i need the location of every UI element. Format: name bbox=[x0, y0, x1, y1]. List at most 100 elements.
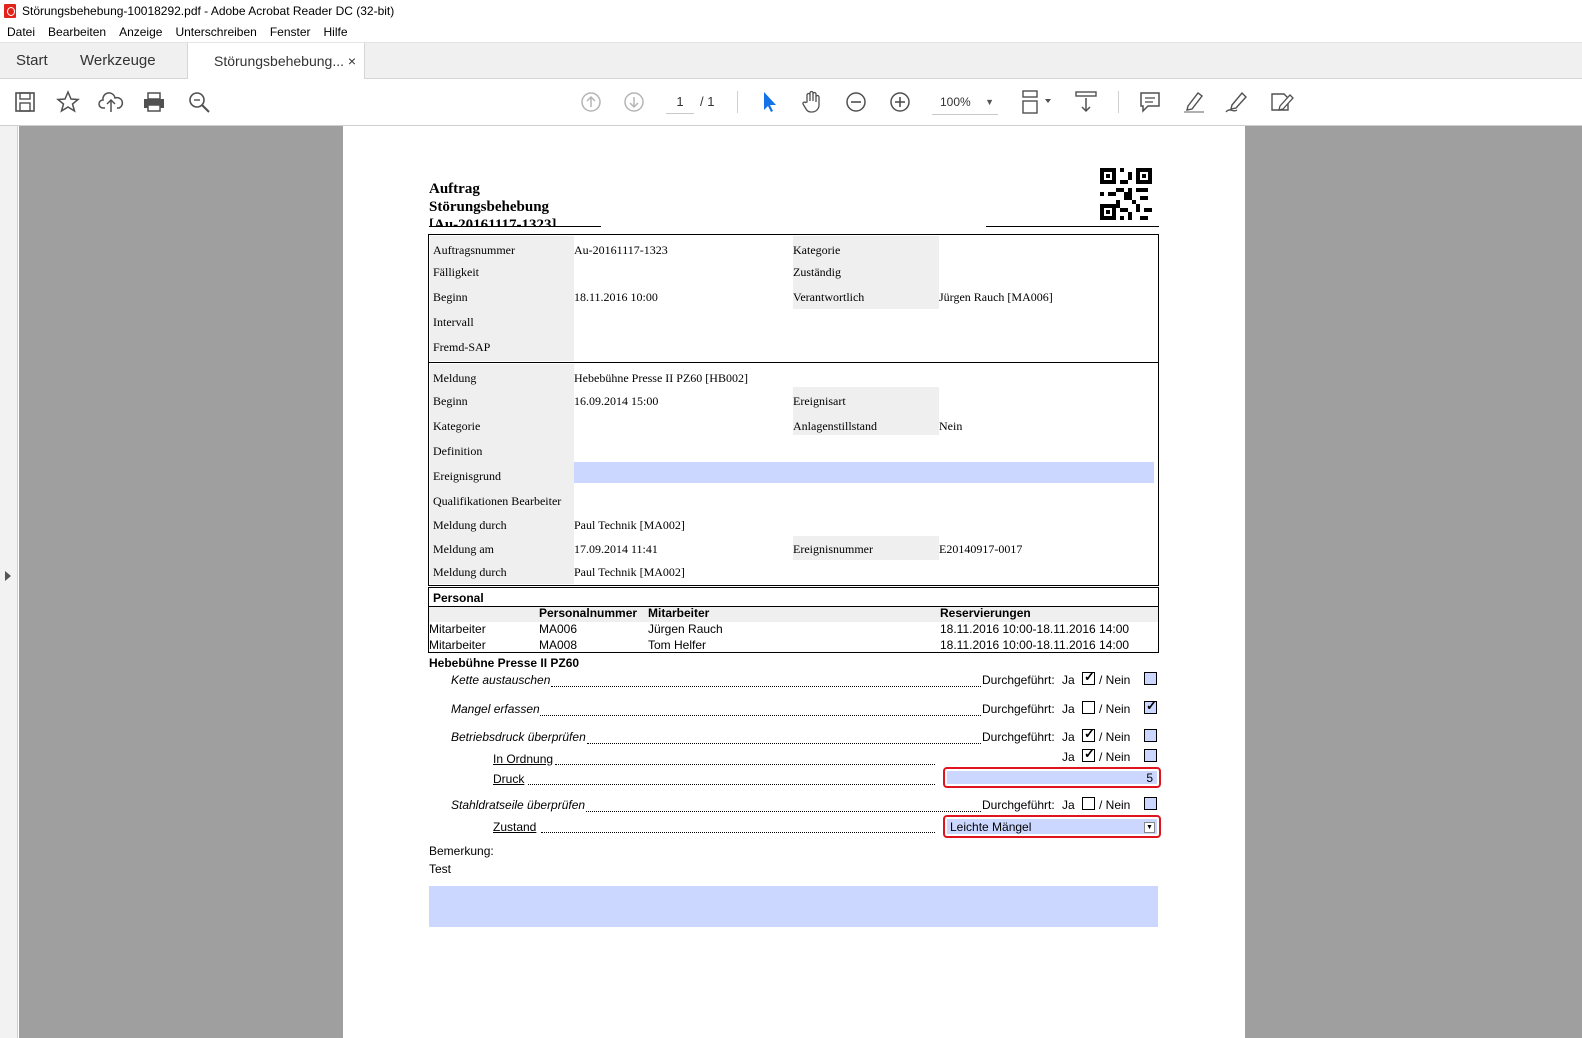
value-auftragsnummer: Au-20161117-1323 bbox=[574, 243, 668, 257]
personnel-row-role: Mitarbeiter bbox=[429, 622, 486, 636]
label-definition: Definition bbox=[433, 444, 483, 458]
value-meldung-am: 17.09.2014 11:41 bbox=[574, 542, 658, 556]
left-panel-toggle[interactable] bbox=[0, 126, 18, 1038]
toolbar: 1 / 1 100% ▼ bbox=[0, 79, 1582, 126]
label-verantwortlich: Verantwortlich bbox=[793, 290, 865, 304]
chevron-down-icon[interactable]: ▼ bbox=[1144, 822, 1155, 833]
tab-tools[interactable]: Werkzeuge bbox=[80, 43, 156, 80]
zoom-out-icon[interactable] bbox=[843, 89, 869, 115]
upload-cloud-icon[interactable] bbox=[98, 89, 124, 115]
checkbox-ja[interactable] bbox=[1082, 797, 1095, 810]
page-down-icon[interactable] bbox=[621, 89, 647, 115]
checkmark-icon: ✓ bbox=[1146, 698, 1157, 713]
leader-dots bbox=[587, 743, 981, 744]
page-total: / 1 bbox=[700, 94, 715, 109]
close-tab-icon[interactable]: × bbox=[348, 43, 356, 79]
nein-label: / Nein bbox=[1099, 730, 1131, 744]
checkmark-icon: ✓ bbox=[1084, 726, 1095, 741]
pdf-page: Auftrag Störungsbehebung [Au-20161117-13… bbox=[343, 126, 1245, 1038]
bookmark-star-icon[interactable] bbox=[55, 89, 81, 115]
personnel-row-name: Jürgen Rauch bbox=[648, 622, 723, 636]
value-verantwortlich: Jürgen Rauch [MA006] bbox=[939, 290, 1053, 304]
zoom-level-select[interactable]: 100% ▼ bbox=[932, 91, 998, 115]
sign-pen-icon[interactable] bbox=[1224, 89, 1250, 115]
label-meldung-durch: Meldung durch bbox=[433, 518, 507, 532]
hand-icon[interactable] bbox=[799, 89, 825, 115]
personnel-row-nr: MA008 bbox=[539, 638, 578, 652]
zustand-select[interactable]: Leichte Mängel ▼ bbox=[943, 815, 1161, 838]
header-personalnummer: Personalnummer bbox=[539, 606, 638, 620]
personnel-row-nr: MA006 bbox=[539, 622, 578, 636]
checklist-heading: Hebebühne Presse II PZ60 bbox=[429, 656, 580, 670]
window-title: Störungsbehebung-10018292.pdf - Adobe Ac… bbox=[22, 4, 395, 18]
tab-start[interactable]: Start bbox=[16, 43, 48, 80]
checkbox-ja[interactable]: ✓ bbox=[1082, 669, 1095, 685]
print-icon[interactable] bbox=[141, 89, 167, 115]
page-fit-icon[interactable] bbox=[1018, 89, 1056, 115]
select-cursor-icon[interactable] bbox=[756, 89, 782, 115]
druck-input[interactable]: 5 bbox=[943, 767, 1161, 788]
ereignisgrund-field[interactable] bbox=[574, 462, 1154, 483]
label-intervall: Intervall bbox=[433, 315, 474, 329]
label-ereignisart: Ereignisart bbox=[793, 394, 846, 408]
comment-icon[interactable] bbox=[1137, 89, 1163, 115]
durchgefuehrt-label: Durchgeführt: bbox=[982, 730, 1055, 744]
menu-hilfe[interactable]: Hilfe bbox=[317, 25, 354, 39]
chevron-down-icon: ▼ bbox=[985, 97, 994, 107]
checkbox-nein[interactable] bbox=[1144, 729, 1157, 742]
qr-code-icon bbox=[1100, 168, 1152, 220]
durchgefuehrt-label: Durchgeführt: bbox=[982, 702, 1055, 716]
menu-unterschreiben[interactable]: Unterschreiben bbox=[168, 25, 262, 39]
page-number-input[interactable]: 1 bbox=[666, 92, 694, 114]
leader-dots bbox=[551, 686, 981, 687]
zoom-in-icon[interactable] bbox=[887, 89, 913, 115]
checklist-item-label: Mangel erfassen bbox=[451, 702, 540, 716]
checkbox-nein[interactable] bbox=[1144, 672, 1157, 685]
druck-label: Druck bbox=[493, 772, 525, 786]
value-meldung-durch: Paul Technik [MA002] bbox=[574, 518, 685, 532]
doc-title-line2: Störungsbehebung bbox=[429, 199, 550, 215]
durchgefuehrt-label: Durchgeführt: bbox=[982, 798, 1055, 812]
scroll-mode-icon[interactable] bbox=[1073, 89, 1099, 115]
expand-arrow-icon bbox=[5, 571, 11, 581]
bemerkung-input[interactable] bbox=[429, 886, 1158, 927]
checkbox-nein[interactable]: ✓ bbox=[1144, 698, 1157, 714]
menu-fenster[interactable]: Fenster bbox=[263, 25, 317, 39]
menu-bearbeiten[interactable]: Bearbeiten bbox=[41, 25, 112, 39]
title-underline bbox=[429, 226, 601, 227]
doc-title-line1: Auftrag bbox=[429, 181, 480, 197]
label-meldung-am: Meldung am bbox=[433, 542, 494, 556]
zoom-search-icon[interactable] bbox=[186, 89, 212, 115]
ja-label: Ja bbox=[1062, 730, 1075, 744]
personnel-row-res: 18.11.2016 10:00-18.11.2016 14:00 bbox=[940, 638, 1130, 652]
checkbox-in-ordnung-nein[interactable] bbox=[1144, 749, 1157, 762]
checkbox-nein[interactable] bbox=[1144, 797, 1157, 810]
menu-datei[interactable]: Datei bbox=[0, 25, 41, 39]
bemerkung-value: Test bbox=[429, 862, 452, 876]
acrobat-logo-icon bbox=[4, 4, 16, 18]
save-icon[interactable] bbox=[12, 89, 38, 115]
label-faelligkeit: Fälligkeit bbox=[433, 265, 479, 279]
label-qualifikationen: Qualifikationen Bearbeiter bbox=[433, 494, 562, 508]
tab-bar: Start Werkzeuge Störungsbehebung... × bbox=[0, 42, 1582, 81]
nein-label: / Nein bbox=[1099, 798, 1131, 812]
label-auftragsnummer: Auftragsnummer bbox=[433, 243, 515, 257]
label-ereignisgrund: Ereignisgrund bbox=[433, 469, 501, 483]
fill-sign-icon[interactable] bbox=[1268, 89, 1294, 115]
page-up-icon[interactable] bbox=[578, 89, 604, 115]
personnel-heading: Personal bbox=[433, 591, 484, 605]
leader-dots bbox=[528, 784, 935, 785]
checklist-item-label: Betriebsdruck überprüfen bbox=[451, 730, 586, 744]
value-beginn: 18.11.2016 10:00 bbox=[574, 290, 658, 304]
highlight-pen-icon[interactable] bbox=[1181, 89, 1207, 115]
checkbox-ja[interactable] bbox=[1082, 701, 1095, 714]
value-meldung-durch-2: Paul Technik [MA002] bbox=[574, 565, 685, 579]
value-ereignisnummer: E20140917-0017 bbox=[939, 542, 1023, 556]
checkbox-ja[interactable]: ✓ bbox=[1082, 726, 1095, 742]
checkbox-in-ordnung-ja[interactable]: ✓ bbox=[1082, 746, 1095, 762]
value-anlagenstillstand: Nein bbox=[939, 419, 963, 433]
label-ereignisnummer: Ereignisnummer bbox=[793, 542, 873, 556]
zoom-level-value: 100% bbox=[940, 95, 971, 109]
tab-document[interactable]: Störungsbehebung... × bbox=[187, 43, 365, 81]
menu-anzeige[interactable]: Anzeige bbox=[112, 25, 168, 39]
